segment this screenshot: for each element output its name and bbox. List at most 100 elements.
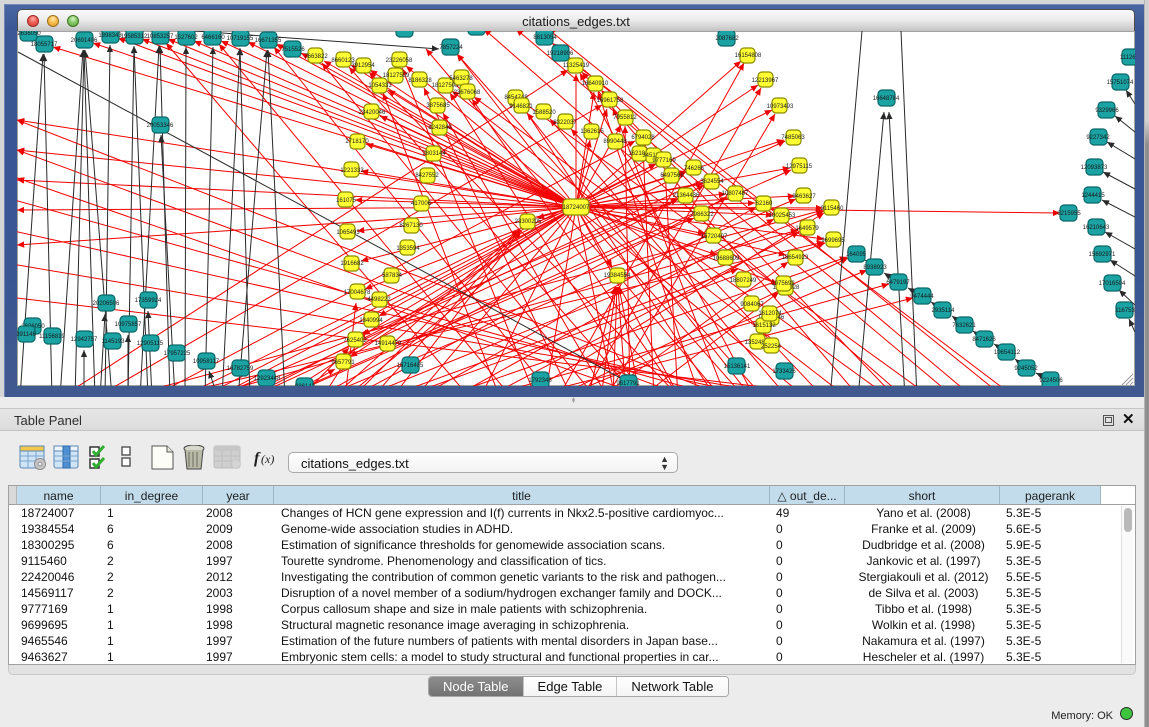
svg-text:1362615: 1362615 — [580, 129, 604, 135]
svg-text:3624554: 3624554 — [700, 179, 724, 185]
svg-text:8242848: 8242848 — [428, 125, 452, 131]
svg-text:18055717: 18055717 — [31, 42, 58, 48]
svg-text:15692971: 15692971 — [1089, 252, 1116, 258]
svg-text:19585312: 19585312 — [121, 34, 148, 40]
svg-text:1916682: 1916682 — [340, 261, 364, 267]
svg-text:17957225: 17957225 — [164, 351, 191, 357]
svg-text:1353594: 1353594 — [396, 246, 420, 252]
svg-text:7955812: 7955812 — [613, 115, 637, 121]
svg-text:9463627: 9463627 — [792, 194, 816, 200]
svg-text:15136141: 15136141 — [724, 364, 751, 370]
svg-text:16154808: 16154808 — [735, 53, 762, 59]
svg-text:1221333: 1221333 — [340, 168, 364, 174]
svg-text:2718170: 2718170 — [345, 139, 369, 145]
svg-text:6479197: 6479197 — [886, 280, 910, 286]
svg-text:10975857: 10975857 — [115, 322, 142, 328]
svg-text:20053346: 20053346 — [147, 123, 174, 129]
svg-text:7632621: 7632621 — [952, 323, 976, 329]
svg-text:1340994: 1340994 — [359, 318, 383, 324]
svg-text:18724007: 18724007 — [563, 205, 590, 211]
svg-text:1112640: 1112640 — [1120, 55, 1135, 61]
svg-text:2935114: 2935114 — [932, 308, 956, 314]
svg-text:23420046: 23420046 — [359, 110, 386, 116]
svg-text:10688609: 10688609 — [713, 256, 740, 262]
svg-text:1075692: 1075692 — [771, 281, 795, 287]
svg-text:164095: 164095 — [846, 252, 867, 258]
svg-text:7485063: 7485063 — [781, 135, 805, 141]
svg-text:16782759: 16782759 — [227, 366, 254, 372]
svg-text:7857224: 7857224 — [439, 45, 463, 51]
svg-text:(x): (x) — [261, 452, 274, 466]
svg-text:7663822: 7663822 — [304, 54, 328, 60]
svg-text:10719155: 10719155 — [227, 36, 254, 42]
svg-text:9115460: 9115460 — [821, 206, 845, 212]
svg-text:10958117: 10958117 — [193, 359, 220, 365]
svg-text:19384554: 19384554 — [604, 273, 631, 279]
svg-text:1649579: 1649579 — [795, 226, 819, 232]
svg-text:2803144: 2803144 — [422, 151, 446, 157]
svg-text:8938923: 8938923 — [863, 265, 887, 271]
svg-text:1792348: 1792348 — [528, 378, 552, 384]
svg-text:23300205: 23300205 — [515, 219, 542, 225]
svg-text:9224506: 9224506 — [1039, 378, 1063, 384]
svg-text:8471626: 8471626 — [972, 337, 996, 343]
svg-text:12975115: 12975115 — [786, 164, 813, 170]
svg-text:9227342: 9227342 — [1086, 135, 1110, 141]
svg-text:12093873: 12093873 — [1081, 165, 1108, 171]
svg-text:8813054: 8813054 — [533, 35, 557, 41]
svg-text:8322037: 8322037 — [553, 120, 577, 126]
svg-text:1527602: 1527602 — [174, 35, 198, 41]
svg-text:417006: 417006 — [411, 201, 432, 207]
svg-text:9245052: 9245052 — [1014, 366, 1038, 372]
svg-text:17004678: 17004678 — [344, 290, 371, 296]
svg-text:10853257: 10853257 — [147, 34, 174, 40]
svg-text:15720407: 15720407 — [701, 234, 728, 240]
svg-text:587834: 587834 — [382, 273, 403, 279]
svg-text:9617791: 9617791 — [616, 381, 640, 386]
svg-text:6497568: 6497568 — [660, 173, 684, 179]
svg-text:62160: 62160 — [756, 201, 773, 207]
svg-text:16648784: 16648784 — [873, 96, 900, 102]
svg-text:18654923: 18654923 — [782, 255, 809, 261]
svg-text:7986322: 7986322 — [690, 212, 714, 218]
svg-text:1898343: 1898343 — [98, 33, 122, 39]
svg-text:9474444: 9474444 — [910, 294, 934, 300]
svg-text:f: f — [254, 450, 261, 467]
svg-text:10025453: 10025453 — [769, 213, 796, 219]
svg-text:8427552: 8427552 — [415, 173, 439, 179]
svg-text:7515526: 7515526 — [281, 47, 305, 53]
svg-text:1733426: 1733426 — [772, 369, 796, 375]
svg-text:20206506: 20206506 — [93, 301, 120, 307]
svg-text:16210643: 16210643 — [1083, 225, 1110, 231]
svg-text:8990448: 8990448 — [603, 139, 627, 145]
svg-text:10807487: 10807487 — [722, 191, 749, 197]
svg-text:16961758: 16961758 — [597, 98, 624, 104]
svg-text:161075: 161075 — [336, 198, 357, 204]
svg-text:9657791: 9657791 — [331, 360, 355, 366]
svg-text:12213967: 12213967 — [752, 78, 779, 84]
svg-text:1612074: 1612074 — [758, 311, 782, 317]
svg-text:3912954: 3912954 — [351, 63, 375, 69]
svg-text:986142: 986142 — [295, 384, 316, 386]
svg-text:14914479: 14914479 — [375, 341, 402, 347]
svg-text:8267130: 8267130 — [399, 223, 423, 229]
svg-text:15751074: 15751074 — [1107, 80, 1134, 86]
svg-text:8186328: 8186328 — [408, 78, 432, 84]
svg-text:18127509: 18127509 — [383, 73, 410, 79]
svg-text:10654112: 10654112 — [994, 350, 1021, 356]
svg-text:16671355: 16671355 — [255, 38, 282, 44]
svg-text:23226058: 23226058 — [386, 58, 413, 64]
svg-text:18807249: 18807249 — [730, 278, 757, 284]
svg-text:9699695: 9699695 — [821, 238, 845, 244]
svg-text:3875685: 3875685 — [426, 103, 450, 109]
svg-text:1615132: 1615132 — [752, 323, 776, 329]
svg-text:7625402: 7625402 — [343, 338, 367, 344]
svg-text:21364436: 21364436 — [673, 193, 700, 199]
svg-text:18640910: 18640910 — [582, 81, 609, 87]
svg-text:4498222: 4498222 — [367, 297, 391, 303]
svg-text:9777169: 9777169 — [652, 158, 676, 164]
svg-text:11156819: 11156819 — [39, 334, 65, 340]
svg-text:9146821: 9146821 — [509, 104, 533, 110]
svg-text:8215955: 8215955 — [1057, 211, 1081, 217]
svg-text:17359924: 17359924 — [135, 298, 162, 304]
